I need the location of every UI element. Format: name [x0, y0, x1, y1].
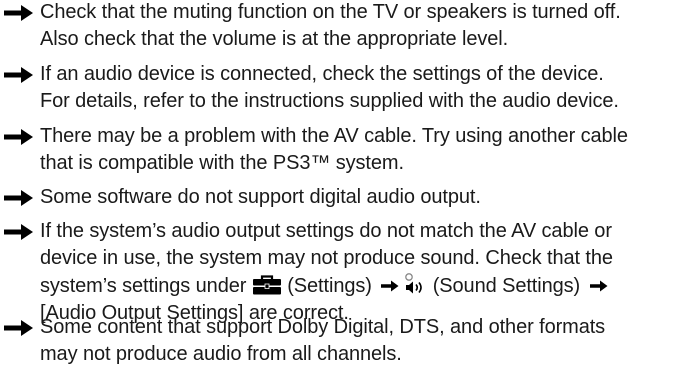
- item-text: There may be a problem with the AV cable…: [40, 123, 685, 177]
- item-line: Also check that the volume is at the app…: [40, 28, 509, 50]
- item-line: For details, refer to the instructions s…: [40, 90, 619, 112]
- item-line: If an audio device is connected, check t…: [40, 63, 604, 85]
- speaker-icon: [405, 273, 423, 294]
- item-text: If an audio device is connected, check t…: [40, 61, 685, 115]
- small-right-arrow-icon: [381, 280, 399, 292]
- toolbox-icon: [252, 275, 281, 295]
- item-text: Check that the muting function on the TV…: [40, 0, 685, 53]
- item-line-prefix: system’s settings under: [40, 275, 252, 297]
- right-arrow-icon: [4, 224, 33, 240]
- small-right-arrow-icon: [589, 280, 608, 292]
- item-line: If the system’s audio output settings do…: [40, 220, 612, 242]
- right-arrow-icon: [4, 320, 33, 336]
- item-line: Some software do not support digital aud…: [40, 186, 481, 208]
- item-line: Check that the muting function on the TV…: [40, 1, 621, 23]
- item-line: device in use, the system may not produc…: [40, 247, 613, 269]
- right-arrow-icon: [4, 190, 33, 206]
- item-text: Some software do not support digital aud…: [40, 184, 685, 211]
- item-text: If the system’s audio output settings do…: [40, 218, 685, 327]
- sound-settings-label: (Sound Settings): [427, 275, 586, 297]
- item-line: Some content that support Dolby Digital,…: [40, 316, 606, 338]
- right-arrow-icon: [4, 67, 33, 83]
- item-line: may not produce audio from all channels.: [40, 343, 402, 365]
- right-arrow-icon: [4, 129, 33, 145]
- settings-label: (Settings): [281, 275, 378, 297]
- item-line: There may be a problem with the AV cable…: [40, 125, 628, 147]
- item-line-with-icons: system’s settings under (Settings) (Soun…: [40, 272, 685, 300]
- right-arrow-icon: [4, 5, 33, 21]
- item-text: Some content that support Dolby Digital,…: [40, 314, 685, 368]
- item-line: that is compatible with the PS3™ system.: [40, 152, 404, 174]
